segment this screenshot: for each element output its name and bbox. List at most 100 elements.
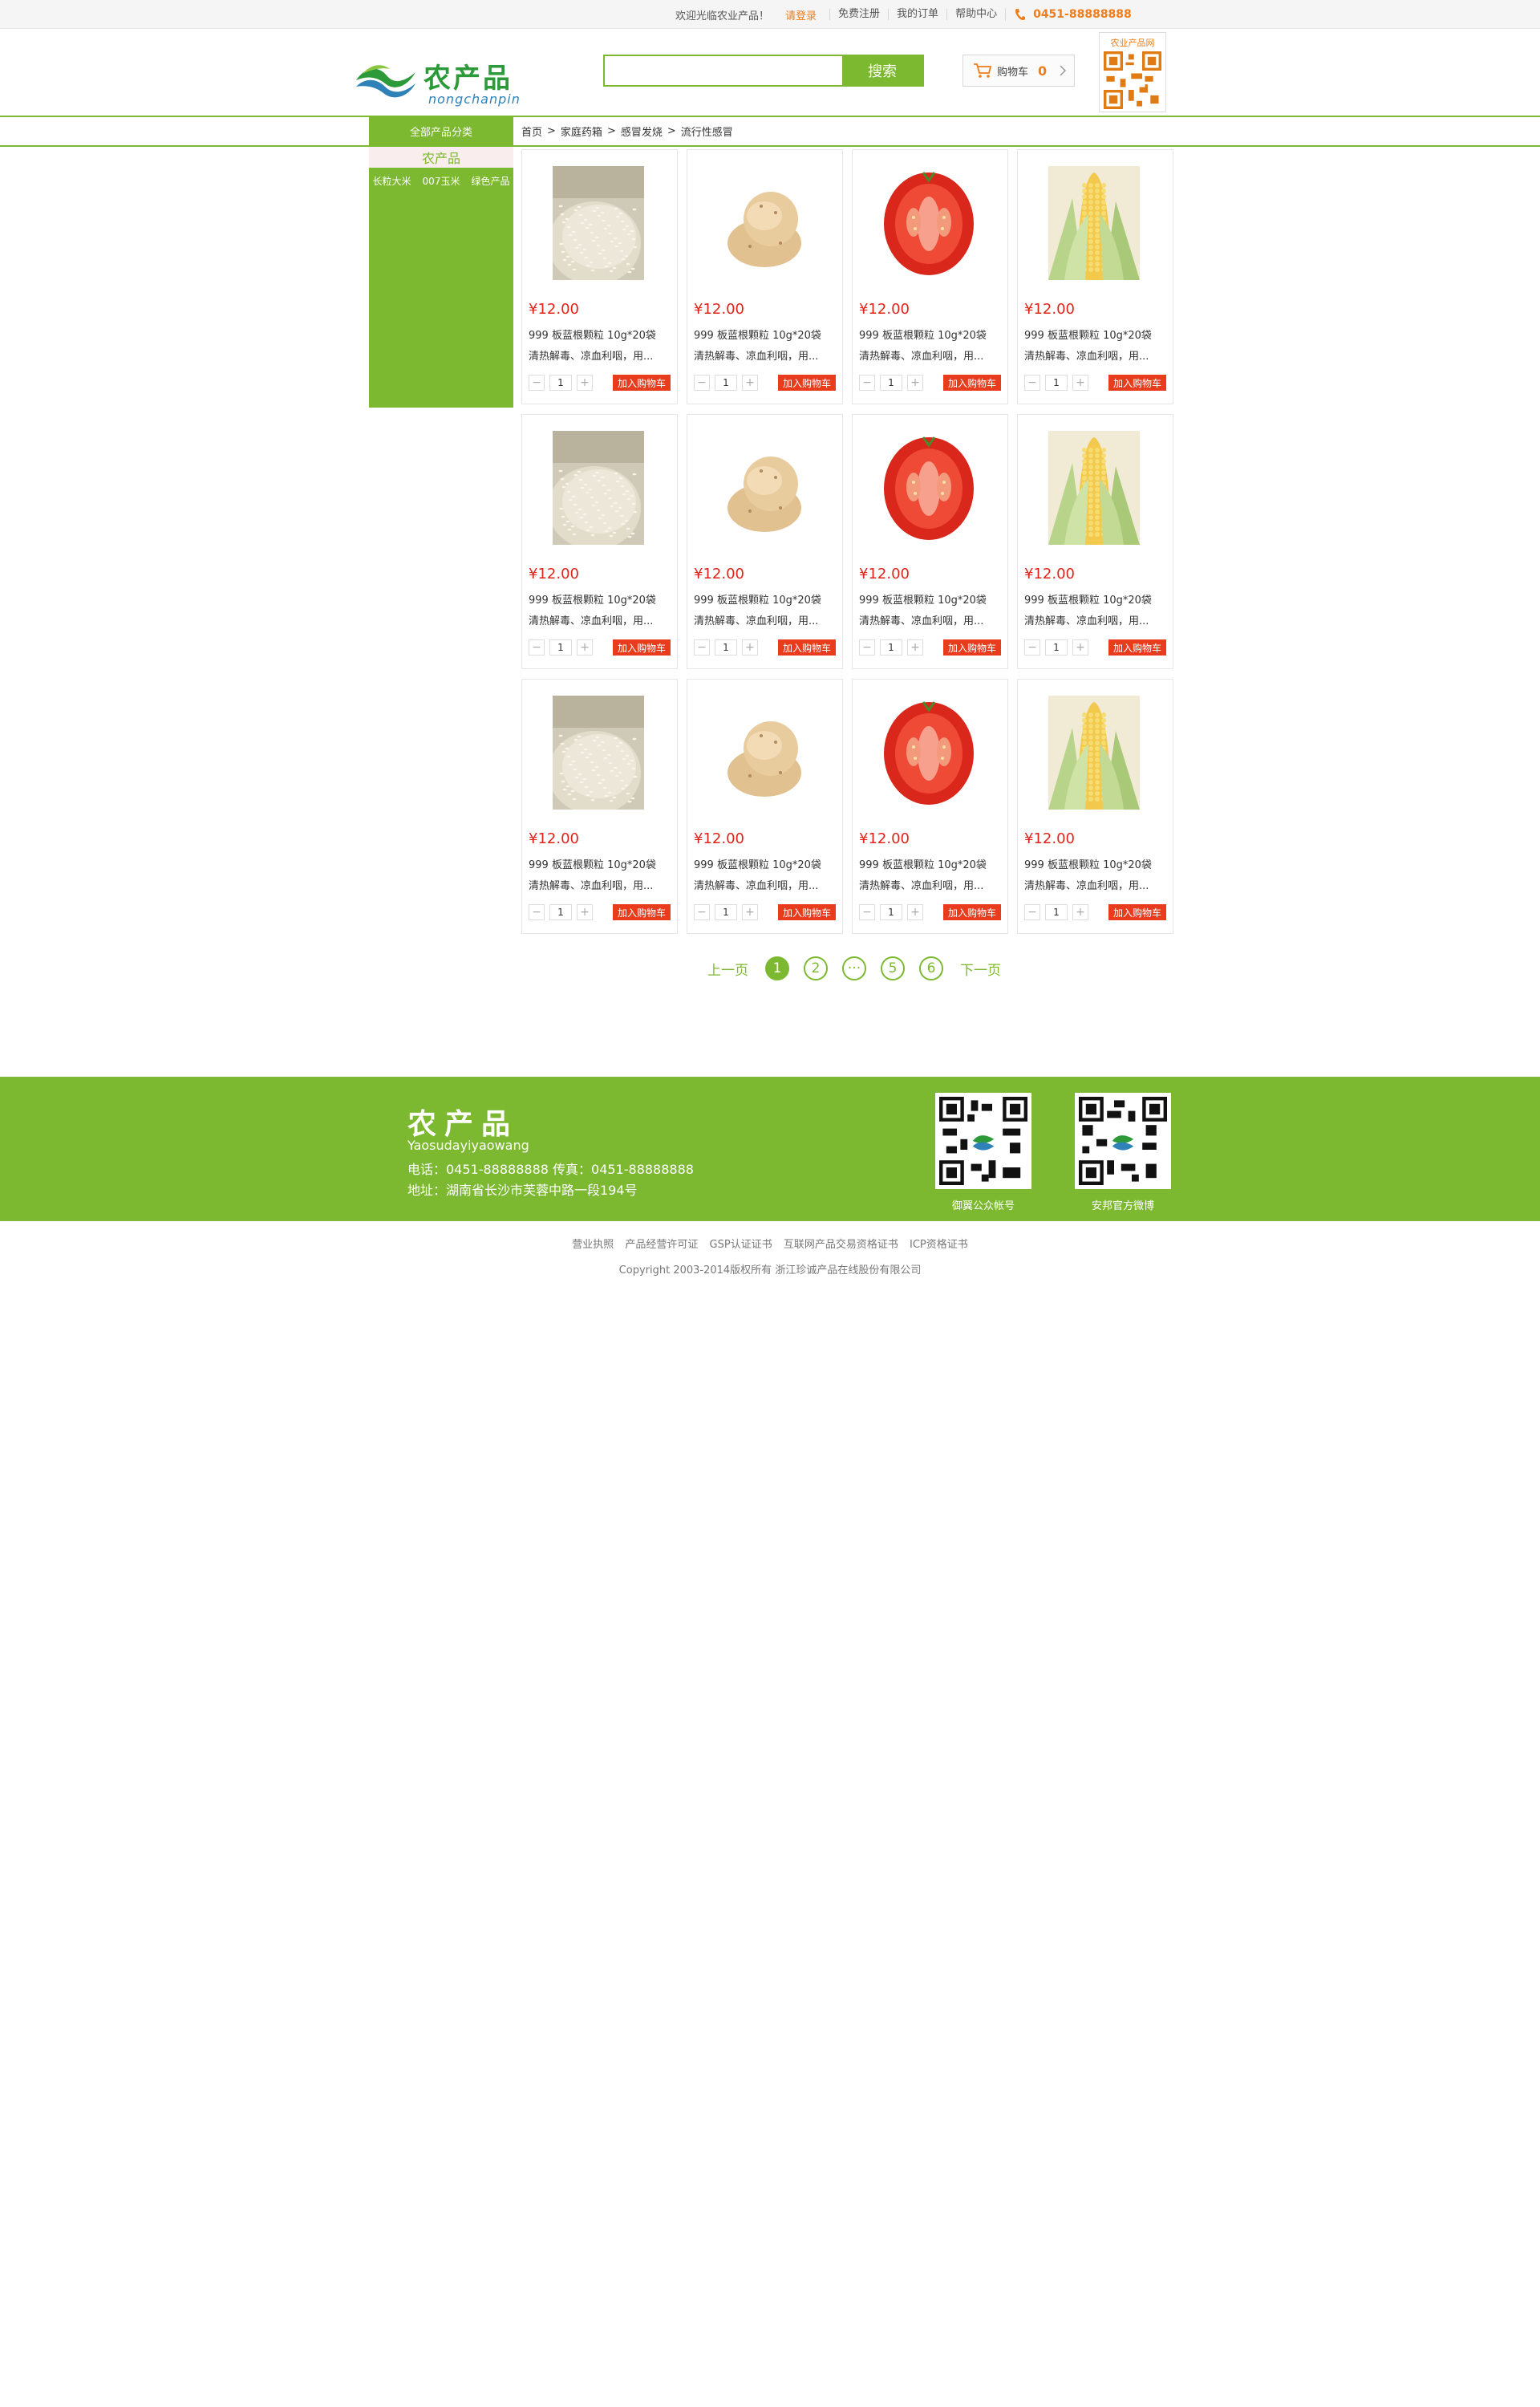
product-name[interactable]: 999 板蓝根颗粒 10g*20袋	[859, 327, 987, 342]
footer-link-product-license[interactable]: 产品经营许可证	[625, 1239, 698, 1251]
add-to-cart-button[interactable]: 加入购物车	[778, 904, 836, 920]
minus-icon[interactable]: −	[859, 375, 875, 391]
minus-icon[interactable]: −	[694, 904, 710, 920]
login-link[interactable]: 请登录	[785, 7, 817, 22]
quantity-input[interactable]: 1	[715, 904, 737, 920]
minus-icon[interactable]: −	[529, 904, 545, 920]
minus-icon[interactable]: −	[1024, 375, 1040, 391]
cart-button[interactable]: 购物车 0	[962, 55, 1075, 87]
product-card[interactable]: ¥12.00 999 板蓝根颗粒 10g*20袋 清热解毒、凉血利咽，用... −1 +…	[852, 414, 1008, 669]
product-card[interactable]: ¥12.00 999 板蓝根颗粒 10g*20袋 清热解毒、凉血利咽，用... −1 +…	[687, 149, 843, 404]
product-name[interactable]: 999 板蓝根颗粒 10g*20袋	[1024, 591, 1152, 607]
product-name[interactable]: 999 板蓝根颗粒 10g*20袋	[694, 856, 821, 871]
product-image[interactable]	[1048, 696, 1140, 810]
product-card[interactable]: ¥12.00 999 板蓝根颗粒 10g*20袋 清热解毒、凉血利咽，用... −1 +…	[852, 149, 1008, 404]
breadcrumb-family-medicine[interactable]: 家庭药箱	[561, 124, 602, 139]
product-image[interactable]	[883, 696, 975, 810]
product-image[interactable]	[1048, 431, 1140, 545]
sidebar-item-long-rice[interactable]: 长粒大米	[373, 174, 411, 188]
add-to-cart-button[interactable]: 加入购物车	[613, 904, 671, 920]
plus-icon[interactable]: +	[742, 904, 758, 920]
quantity-input[interactable]: 1	[880, 904, 902, 920]
quantity-input[interactable]: 1	[1045, 904, 1068, 920]
product-image[interactable]	[883, 431, 975, 545]
product-name[interactable]: 999 板蓝根颗粒 10g*20袋	[529, 856, 656, 871]
plus-icon[interactable]: +	[1072, 904, 1088, 920]
quantity-input[interactable]: 1	[549, 904, 572, 920]
minus-icon[interactable]: −	[859, 904, 875, 920]
product-image[interactable]	[718, 166, 809, 280]
product-card[interactable]: ¥12.00 999 板蓝根颗粒 10g*20袋 清热解毒、凉血利咽，用... −1 +…	[1017, 414, 1173, 669]
product-card[interactable]: ¥12.00 999 板蓝根颗粒 10g*20袋 清热解毒、凉血利咽，用... −1 +…	[1017, 149, 1173, 404]
product-image[interactable]	[718, 431, 809, 545]
sidebar-title[interactable]: 农产品	[369, 147, 513, 168]
add-to-cart-button[interactable]: 加入购物车	[1108, 904, 1166, 920]
plus-icon[interactable]: +	[1072, 639, 1088, 656]
quantity-input[interactable]: 1	[715, 639, 737, 656]
page-2-link[interactable]: 2	[804, 956, 828, 980]
my-orders-link[interactable]: 我的订单	[888, 9, 946, 20]
plus-icon[interactable]: +	[907, 639, 923, 656]
add-to-cart-button[interactable]: 加入购物车	[613, 375, 671, 391]
minus-icon[interactable]: −	[1024, 639, 1040, 656]
plus-icon[interactable]: +	[577, 639, 593, 656]
product-card[interactable]: ¥12.00 999 板蓝根颗粒 10g*20袋 清热解毒、凉血利咽，用... −1 +…	[521, 414, 678, 669]
add-to-cart-button[interactable]: 加入购物车	[778, 375, 836, 391]
quantity-input[interactable]: 1	[1045, 375, 1068, 391]
plus-icon[interactable]: +	[577, 375, 593, 391]
plus-icon[interactable]: +	[907, 904, 923, 920]
prev-page-link[interactable]: 上一页	[707, 959, 748, 979]
product-name[interactable]: 999 板蓝根颗粒 10g*20袋	[859, 591, 987, 607]
footer-link-gsp[interactable]: GSP认证证书	[710, 1239, 772, 1251]
minus-icon[interactable]: −	[859, 639, 875, 656]
add-to-cart-button[interactable]: 加入购物车	[943, 375, 1001, 391]
product-card[interactable]: ¥12.00 999 板蓝根颗粒 10g*20袋 清热解毒、凉血利咽，用... −1 +…	[1017, 679, 1173, 934]
page-1-link[interactable]: 1	[765, 956, 789, 980]
product-name[interactable]: 999 板蓝根颗粒 10g*20袋	[529, 591, 656, 607]
plus-icon[interactable]: +	[1072, 375, 1088, 391]
product-name[interactable]: 999 板蓝根颗粒 10g*20袋	[529, 327, 656, 342]
product-image[interactable]	[883, 166, 975, 280]
next-page-link[interactable]: 下一页	[960, 959, 1001, 979]
register-link[interactable]: 免费注册	[829, 9, 888, 20]
page-6-link[interactable]: 6	[919, 956, 943, 980]
quantity-input[interactable]: 1	[880, 639, 902, 656]
plus-icon[interactable]: +	[742, 639, 758, 656]
search-input[interactable]	[605, 56, 842, 85]
product-name[interactable]: 999 板蓝根颗粒 10g*20袋	[1024, 327, 1152, 342]
product-card[interactable]: ¥12.00 999 板蓝根颗粒 10g*20袋 清热解毒、凉血利咽，用... −1 +…	[687, 679, 843, 934]
product-card[interactable]: ¥12.00 999 板蓝根颗粒 10g*20袋 清热解毒、凉血利咽，用... −1 +…	[521, 679, 678, 934]
sidebar-item-corn[interactable]: 007玉米	[423, 174, 460, 188]
minus-icon[interactable]: −	[529, 375, 545, 391]
breadcrumb-cold-fever[interactable]: 感冒发烧	[621, 124, 663, 139]
product-name[interactable]: 999 板蓝根颗粒 10g*20袋	[859, 856, 987, 871]
product-card[interactable]: ¥12.00 999 板蓝根颗粒 10g*20袋 清热解毒、凉血利咽，用... −1 +…	[852, 679, 1008, 934]
quantity-input[interactable]: 1	[880, 375, 902, 391]
minus-icon[interactable]: −	[529, 639, 545, 656]
product-name[interactable]: 999 板蓝根颗粒 10g*20袋	[694, 327, 821, 342]
add-to-cart-button[interactable]: 加入购物车	[1108, 639, 1166, 656]
search-button[interactable]: 搜索	[842, 56, 922, 85]
sidebar-item-green-products[interactable]: 绿色产品	[471, 174, 509, 188]
minus-icon[interactable]: −	[694, 375, 710, 391]
product-card[interactable]: ¥12.00 999 板蓝根颗粒 10g*20袋 清热解毒、凉血利咽，用... −1 +…	[687, 414, 843, 669]
category-menu-toggle[interactable]: 全部产品分类	[369, 117, 513, 145]
product-name[interactable]: 999 板蓝根颗粒 10g*20袋	[694, 591, 821, 607]
quantity-input[interactable]: 1	[549, 639, 572, 656]
plus-icon[interactable]: +	[742, 375, 758, 391]
minus-icon[interactable]: −	[694, 639, 710, 656]
footer-link-business-license[interactable]: 营业执照	[572, 1239, 614, 1251]
product-image[interactable]	[553, 166, 644, 280]
product-image[interactable]	[1048, 166, 1140, 280]
quantity-input[interactable]: 1	[1045, 639, 1068, 656]
add-to-cart-button[interactable]: 加入购物车	[613, 639, 671, 656]
add-to-cart-button[interactable]: 加入购物车	[943, 639, 1001, 656]
add-to-cart-button[interactable]: 加入购物车	[778, 639, 836, 656]
site-logo[interactable]: 农产品 nongchanpin	[355, 53, 534, 111]
quantity-input[interactable]: 1	[549, 375, 572, 391]
add-to-cart-button[interactable]: 加入购物车	[943, 904, 1001, 920]
footer-link-icp[interactable]: ICP资格证书	[910, 1239, 968, 1251]
help-center-link[interactable]: 帮助中心	[946, 9, 1005, 20]
product-image[interactable]	[553, 431, 644, 545]
quantity-input[interactable]: 1	[715, 375, 737, 391]
